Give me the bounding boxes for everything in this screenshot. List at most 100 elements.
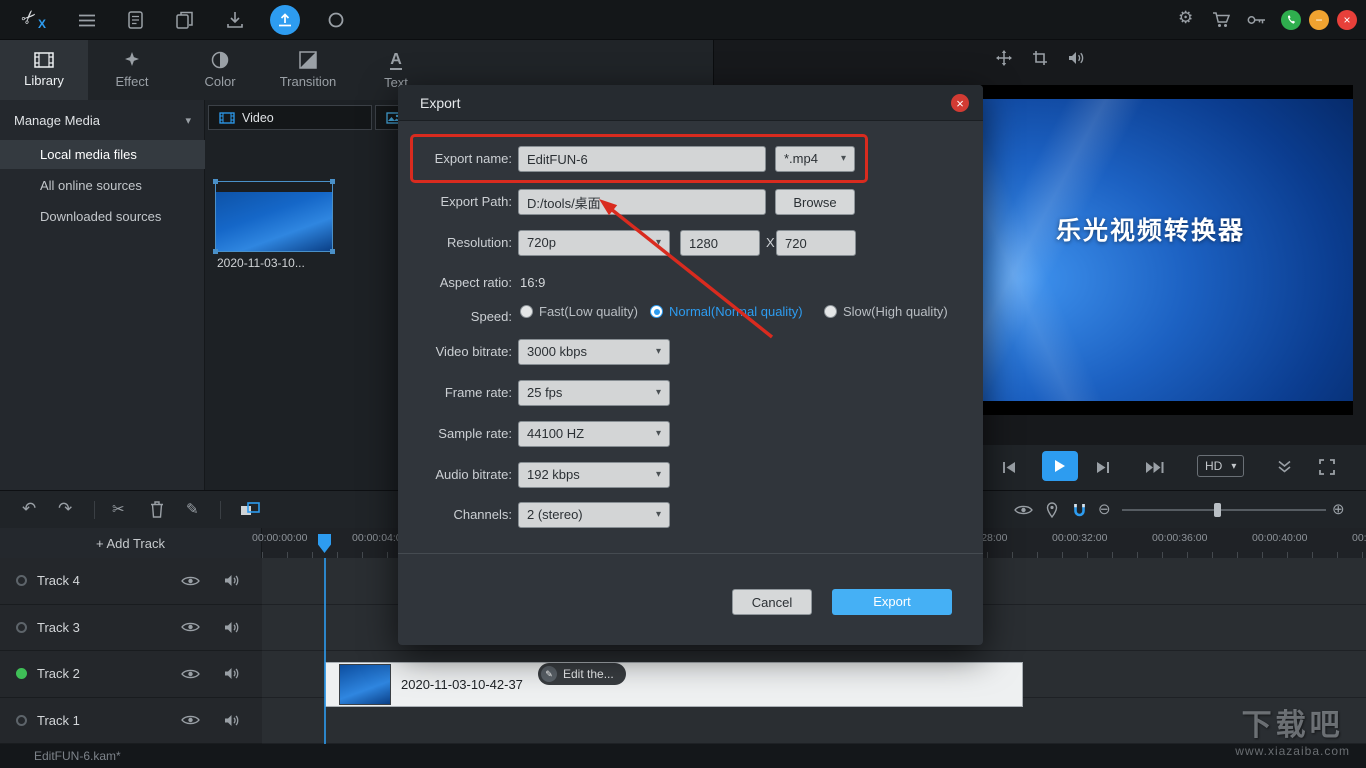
track-name: Track 2 [37, 666, 80, 682]
import-icon[interactable] [226, 11, 244, 29]
resolution-dropdown[interactable]: 720p ▾ [518, 230, 670, 256]
sample-rate-dropdown[interactable]: 44100 HZ ▾ [518, 421, 670, 447]
sidebar-item-downloaded-sources[interactable]: Downloaded sources [0, 202, 205, 231]
fullscreen-icon[interactable] [1319, 459, 1335, 475]
export-button[interactable]: Export [832, 589, 952, 615]
audio-bitrate-dropdown[interactable]: 192 kbps ▾ [518, 462, 670, 488]
track-visibility-eye-icon[interactable] [181, 575, 200, 587]
export-name-input[interactable] [518, 146, 766, 172]
project-filename: EditFUN-6.kam* [34, 749, 121, 763]
cut-scissors-icon[interactable]: ✂ [112, 500, 125, 518]
skip-to-end-icon[interactable] [1145, 461, 1164, 474]
channels-dropdown[interactable]: 2 (stereo) ▾ [518, 502, 670, 528]
format-dropdown[interactable]: *.mp4 ▾ [775, 146, 855, 172]
export-toolbar-button[interactable] [270, 5, 300, 35]
save-project-icon[interactable] [128, 11, 143, 29]
split-clip-icon[interactable] [240, 502, 260, 517]
video-overlay-text: 乐光视频转换器 [1056, 217, 1246, 245]
resolution-height-input[interactable] [776, 230, 856, 256]
play-icon [1055, 460, 1065, 472]
export-path-input[interactable] [518, 189, 766, 215]
chevron-down-icon: ▾ [185, 115, 191, 127]
track-mute-speaker-icon[interactable] [224, 714, 240, 727]
menu-icon[interactable] [78, 14, 96, 27]
tab-transition[interactable]: Transition [264, 40, 352, 100]
dialog-close-button[interactable]: × [951, 94, 969, 112]
media-tab-video[interactable]: Video [208, 105, 372, 130]
track-mute-speaker-icon[interactable] [224, 574, 240, 587]
track-header[interactable]: Track 1 [0, 697, 262, 744]
record-toggle-icon[interactable] [16, 621, 27, 633]
redo-icon[interactable]: ↷ [58, 499, 72, 519]
media-thumbnail[interactable] [213, 179, 335, 254]
previous-frame-icon[interactable] [1002, 461, 1016, 474]
key-icon[interactable] [1247, 15, 1266, 25]
marker-pin-icon[interactable] [1046, 502, 1058, 518]
settings-gear-icon[interactable]: ⚙ [1178, 8, 1193, 28]
zoom-slider-track[interactable] [1122, 509, 1326, 511]
undo-icon[interactable]: ↶ [22, 499, 36, 519]
sidebar: Manage Media ▾ Local media files All onl… [0, 100, 205, 490]
quality-dropdown[interactable]: HD ▾ [1197, 455, 1245, 477]
delete-trash-icon[interactable] [150, 501, 164, 518]
track-visibility-eye-icon[interactable] [181, 714, 200, 726]
sidebar-item-local-media-files[interactable]: Local media files [0, 140, 205, 169]
tab-effect[interactable]: Effect [88, 40, 176, 100]
play-button[interactable] [1042, 451, 1078, 481]
selection-handle [330, 249, 335, 254]
dialog-divider [398, 553, 983, 554]
cancel-button[interactable]: Cancel [732, 589, 812, 615]
speed-option-normal[interactable]: Normal(Normal quality) [650, 304, 803, 319]
zoom-slider-handle[interactable] [1214, 503, 1221, 517]
edit-pencil-icon[interactable]: ✎ [186, 500, 199, 518]
record-toggle-icon[interactable] [16, 668, 27, 680]
track-visibility-eye-icon[interactable] [181, 621, 200, 633]
close-window-button[interactable]: × [1337, 10, 1357, 30]
playhead-flag[interactable] [318, 534, 331, 553]
track-header[interactable]: Track 4 [0, 558, 262, 605]
ruler-label: 00:00:44:00 [1352, 532, 1366, 544]
double-chevron-down-icon[interactable] [1277, 460, 1292, 473]
track-header[interactable]: Track 3 [0, 604, 262, 651]
cart-icon[interactable] [1212, 12, 1230, 28]
record-icon[interactable] [327, 11, 345, 29]
add-track-button[interactable]: + Add Track [0, 528, 262, 558]
zoom-out-icon[interactable]: ⊖ [1098, 500, 1111, 518]
volume-icon[interactable] [1068, 51, 1085, 65]
next-frame-icon[interactable] [1096, 461, 1110, 474]
edit-tooltip[interactable]: ✎ Edit the... [538, 663, 626, 685]
resolution-width-input[interactable] [680, 230, 760, 256]
speed-label: Speed: [470, 309, 512, 324]
tab-color[interactable]: Color [176, 40, 264, 100]
record-toggle-icon[interactable] [16, 714, 27, 726]
copy-project-icon[interactable] [176, 11, 193, 29]
speed-option-slow[interactable]: Slow(High quality) [824, 304, 948, 319]
frame-rate-dropdown[interactable]: 25 fps ▾ [518, 380, 670, 406]
track-mute-speaker-icon[interactable] [224, 667, 240, 680]
zoom-in-icon[interactable]: ⊕ [1332, 500, 1345, 518]
playhead-line[interactable] [324, 558, 326, 744]
crop-tool-icon[interactable] [1032, 50, 1048, 66]
clip-label: 2020-11-03-10-42-37 [401, 677, 523, 692]
speed-option-fast[interactable]: Fast(Low quality) [520, 304, 638, 319]
move-tool-icon[interactable] [996, 50, 1012, 66]
tab-library[interactable]: Library [0, 40, 88, 100]
speed-option-label: Fast(Low quality) [539, 304, 638, 319]
magnet-snap-icon[interactable] [1072, 503, 1087, 518]
track-preview-eye-icon[interactable] [1014, 504, 1033, 516]
minimize-button[interactable]: − [1309, 10, 1329, 30]
record-toggle-icon[interactable] [16, 575, 27, 587]
phone-icon [1288, 15, 1296, 24]
aspect-ratio-value: 16:9 [520, 275, 546, 290]
sidebar-item-all-online-sources[interactable]: All online sources [0, 171, 205, 200]
track-visibility-eye-icon[interactable] [181, 668, 200, 680]
timeline-clip[interactable]: 2020-11-03-10-42-37 [325, 662, 1023, 707]
track-mute-speaker-icon[interactable] [224, 621, 240, 634]
video-bitrate-dropdown[interactable]: 3000 kbps ▾ [518, 339, 670, 365]
support-phone-button[interactable] [1281, 10, 1301, 30]
tab-effect-label: Effect [115, 74, 149, 89]
manage-media-dropdown[interactable]: Manage Media ▾ [0, 108, 205, 134]
sidebar-item-label: Local media files [40, 147, 137, 162]
browse-button[interactable]: Browse [775, 189, 855, 215]
track-header[interactable]: Track 2 [0, 651, 262, 698]
